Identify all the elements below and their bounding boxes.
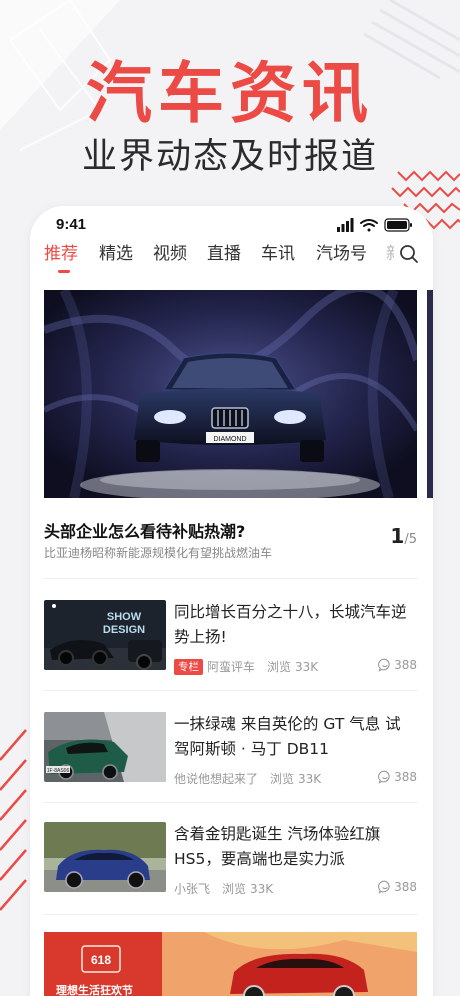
search-icon[interactable] — [399, 244, 419, 264]
comments-count: 388 — [394, 880, 417, 894]
tab-overflow-hint: 新 — [386, 242, 394, 266]
tab-live[interactable]: 直播 — [207, 242, 241, 266]
comment-icon — [378, 770, 390, 784]
divider — [44, 914, 417, 915]
views-label: 浏览 — [267, 660, 292, 674]
views-label: 浏览 — [222, 882, 247, 896]
comments[interactable]: 388 — [378, 658, 417, 672]
views-count: 33K — [295, 660, 319, 674]
status-icons — [337, 218, 412, 232]
news-item[interactable]: 含着金钥匙诞生 汽场体验红旗 HS5，要高端也是实力派 小张飞 浏览 33K 388 — [44, 822, 417, 906]
news-author[interactable]: 阿蛮评车 — [207, 660, 255, 674]
tab-car-news[interactable]: 车讯 — [261, 242, 295, 266]
column-tag-badge: 专栏 — [174, 659, 203, 675]
promo-subtitle: 业界动态及时报道 — [81, 137, 378, 177]
news-title: 一抹绿魂 来自英伦的 GT 气息 试驾阿斯顿 · 马丁 DB11 — [174, 715, 401, 758]
news-title: 含着金钥匙诞生 汽场体验红旗 HS5，要高端也是实力派 — [174, 825, 381, 868]
signal-icon — [337, 218, 354, 232]
news-author[interactable]: 他说他想起来了 — [174, 772, 258, 786]
comments-count: 388 — [394, 658, 417, 672]
pager-total: /5 — [404, 532, 417, 547]
views-label: 浏览 — [270, 772, 295, 786]
divider — [44, 690, 417, 691]
svg-text:DIAMOND: DIAMOND — [213, 436, 246, 443]
comments-count: 388 — [394, 770, 417, 784]
tab-recommend[interactable]: 推荐 — [44, 242, 78, 266]
news-meta: 专栏 阿蛮评车 浏览 33K 388 — [174, 658, 417, 676]
hero-banner-image[interactable]: DIAMOND — [44, 290, 417, 498]
news-thumbnail: 1F·8AS06 — [44, 712, 166, 782]
news-item[interactable]: SHOW DESIGN 同比增长百分之十八，长城汽车逆势上扬! 专栏 阿蛮评车 浏览… — [44, 600, 417, 684]
phone-screen: 9:41 推荐 精选 视频 直播 车讯 汽场号 DIAMOND 头部企业怎么看待… — [30, 206, 433, 996]
svg-text:DESIGN: DESIGN — [103, 624, 145, 636]
status-bar: 9:41 — [30, 206, 433, 242]
wifi-icon — [360, 219, 378, 232]
promo-title: 汽车资讯 — [86, 55, 374, 132]
news-meta: 小张飞 浏览 33K 388 — [174, 880, 417, 898]
hero-subtitle: 比亚迪杨昭称新能源规模化有望挑战燃油车 — [44, 546, 273, 560]
status-time: 9:41 — [56, 216, 87, 233]
news-thumbnail — [44, 822, 166, 892]
views-count: 33K — [298, 772, 322, 786]
views-count: 33K — [250, 882, 274, 896]
pager-current: 1 — [390, 524, 405, 548]
tab-video[interactable]: 视频 — [153, 242, 187, 266]
comments[interactable]: 388 — [378, 880, 417, 894]
news-meta: 他说他想起来了 浏览 33K 388 — [174, 770, 417, 788]
channel-tabs: 推荐 精选 视频 直播 车讯 汽场号 新 — [30, 240, 433, 280]
news-thumbnail: SHOW DESIGN — [44, 600, 166, 670]
comment-icon — [378, 880, 390, 894]
hero-title[interactable]: 头部企业怎么看待补贴热潮? — [44, 518, 245, 542]
active-tab-indicator — [58, 270, 70, 273]
svg-text:618: 618 — [91, 953, 111, 967]
comments[interactable]: 388 — [378, 770, 417, 784]
svg-text:SHOW: SHOW — [107, 611, 142, 623]
divider — [44, 578, 417, 579]
svg-text:1F·8AS06: 1F·8AS06 — [47, 768, 70, 774]
hero-next-slide-peek — [427, 290, 433, 498]
news-item[interactable]: 1F·8AS06 一抹绿魂 来自英伦的 GT 气息 试驾阿斯顿 · 马丁 DB1… — [44, 712, 417, 796]
news-author[interactable]: 小张飞 — [174, 882, 210, 896]
tab-featured[interactable]: 精选 — [99, 242, 133, 266]
ad-banner[interactable]: 618 理想生活狂欢节 — [44, 932, 417, 996]
battery-icon — [384, 218, 412, 232]
tab-auto-accounts[interactable]: 汽场号 — [316, 242, 367, 266]
ad-text: 理想生活狂欢节 — [56, 984, 133, 996]
hero-pager: 1/5 — [390, 524, 417, 548]
comment-icon — [378, 658, 390, 672]
divider — [44, 802, 417, 803]
news-title: 同比增长百分之十八，长城汽车逆势上扬! — [174, 603, 407, 646]
